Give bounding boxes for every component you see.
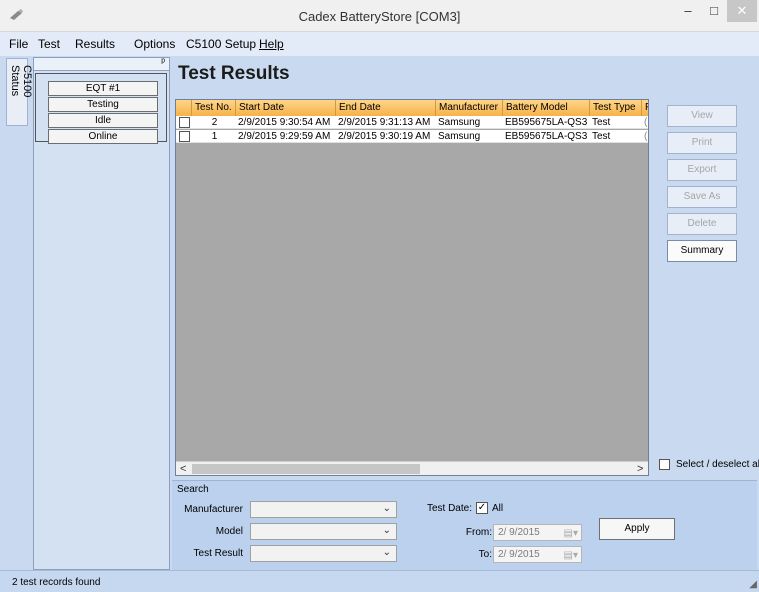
calendar-icon: ▤▾ (563, 528, 578, 539)
cell-start-date: 2/9/2015 9:29:59 AM (238, 131, 331, 142)
record-count-status: 2 test records found (12, 577, 101, 588)
cell-test-type: Test (592, 131, 611, 142)
c5100-status-tab-label: C5100 Status (9, 65, 33, 98)
chevron-down-icon: ⌄ (382, 525, 391, 536)
status-panel-header: ᵖ (34, 57, 169, 71)
cell-manufacturer: Samsung (438, 131, 481, 142)
row-checkbox[interactable] (179, 131, 190, 142)
eqt-state: Testing (48, 97, 158, 112)
test-result-select[interactable]: ⌄ (250, 545, 397, 562)
column-header-end-date[interactable]: End Date (335, 100, 435, 116)
apply-button[interactable]: Apply (599, 518, 675, 540)
cell-end-date: 2/9/2015 9:30:19 AM (338, 131, 431, 142)
scroll-right-icon[interactable]: > (637, 463, 643, 475)
column-header-battery-model[interactable]: Battery Model (502, 100, 589, 116)
from-date-value: 2/ 9/2015 (498, 527, 540, 538)
cell-test-no: 1 (211, 131, 218, 142)
cell-battery-model: EB595675LA-QS3 (505, 117, 588, 128)
column-header-start-date[interactable]: Start Date (235, 100, 335, 116)
eqt-name: EQT #1 (48, 81, 158, 96)
column-header-select[interactable] (176, 100, 191, 116)
status-bar: 2 test records found ◢ (0, 570, 759, 592)
menu-results[interactable]: Results (75, 37, 115, 51)
from-label: From: (465, 527, 492, 538)
to-date-value: 2/ 9/2015 (498, 549, 540, 560)
grid-header: Test No. Start Date End Date Manufacture… (176, 100, 648, 116)
summary-button[interactable]: Summary (667, 240, 737, 262)
to-date-picker[interactable]: 2/ 9/2015 ▤▾ (493, 546, 582, 563)
select-all-label: Select / deselect all (676, 459, 759, 470)
table-row[interactable]: 1 2/9/2015 9:29:59 AM 2/9/2015 9:30:19 A… (176, 130, 648, 143)
model-label: Model (215, 526, 243, 537)
cell-end-date: 2/9/2015 9:31:13 AM (338, 117, 431, 128)
minimize-button[interactable]: – (675, 0, 701, 22)
column-header-manufacturer[interactable]: Manufacturer (435, 100, 502, 116)
print-button[interactable]: Print (667, 132, 737, 154)
cell-test-type: Test (592, 117, 611, 128)
chevron-down-icon: ⌄ (382, 547, 391, 558)
all-dates-checkbox[interactable]: ✓ (476, 502, 488, 514)
manufacturer-label: Manufacturer (184, 504, 243, 515)
menu-bar: File Test Results Options C5100 Setup He… (0, 32, 759, 56)
row-checkbox[interactable] (179, 117, 190, 128)
c5100-status-tab[interactable]: C5100 Status (6, 58, 33, 126)
menu-test[interactable]: Test (38, 37, 60, 51)
menu-options[interactable]: Options (134, 37, 175, 51)
cell-battery-model: EB595675LA-QS3 (505, 131, 588, 142)
cell-test-no: 2 (211, 117, 218, 128)
maximize-button[interactable]: □ (701, 0, 727, 22)
eqt-status-box: EQT #1 Testing Idle Online (35, 73, 167, 144)
all-dates-label: All (492, 503, 504, 514)
delete-button[interactable]: Delete (667, 213, 737, 235)
status-panel: ᵖ EQT #1 Testing Idle Online (33, 57, 170, 570)
manufacturer-select[interactable]: ⌄ (250, 501, 397, 518)
menu-file[interactable]: File (9, 37, 28, 51)
window-title: Cadex BatteryStore [COM3] (298, 9, 461, 24)
table-row[interactable]: 2 2/9/2015 9:30:54 AM 2/9/2015 9:31:13 A… (176, 116, 648, 129)
cell-truncated: ( (644, 117, 648, 128)
chevron-down-icon: ⌄ (382, 503, 391, 514)
horizontal-scrollbar[interactable]: < > (176, 461, 648, 475)
scrollbar-thumb[interactable] (192, 464, 420, 474)
to-label: To: (478, 549, 492, 560)
resize-grip-icon[interactable]: ◢ (749, 579, 757, 590)
search-legend: Search (177, 484, 209, 495)
calendar-icon: ▤▾ (563, 550, 578, 561)
column-header-test-no[interactable]: Test No. (191, 100, 235, 116)
column-header-test-type[interactable]: Test Type (589, 100, 641, 116)
from-date-picker[interactable]: 2/ 9/2015 ▤▾ (493, 524, 582, 541)
menu-c5100-setup[interactable]: C5100 Setup (186, 37, 256, 51)
save-as-button[interactable]: Save As (667, 186, 737, 208)
title-bar: Cadex BatteryStore [COM3] – □ ✕ (0, 0, 759, 32)
pin-icon[interactable]: ᵖ (161, 57, 165, 68)
menu-help[interactable]: Help (259, 37, 284, 51)
cell-truncated: ( (644, 131, 648, 142)
page-title: Test Results (178, 63, 290, 84)
model-select[interactable]: ⌄ (250, 523, 397, 540)
cell-start-date: 2/9/2015 9:30:54 AM (238, 117, 331, 128)
eqt-connection: Online (48, 129, 158, 144)
close-button[interactable]: ✕ (727, 0, 757, 22)
eqt-activity: Idle (48, 113, 158, 128)
export-button[interactable]: Export (667, 159, 737, 181)
scroll-left-icon[interactable]: < (180, 463, 186, 475)
test-result-label: Test Result (193, 548, 243, 559)
view-button[interactable]: View (667, 105, 737, 127)
cell-manufacturer: Samsung (438, 117, 481, 128)
column-header-truncated[interactable]: F (641, 100, 648, 116)
select-all-checkbox[interactable] (659, 459, 670, 470)
test-date-label: Test Date: (426, 503, 472, 514)
results-grid: Test No. Start Date End Date Manufacture… (175, 99, 649, 476)
